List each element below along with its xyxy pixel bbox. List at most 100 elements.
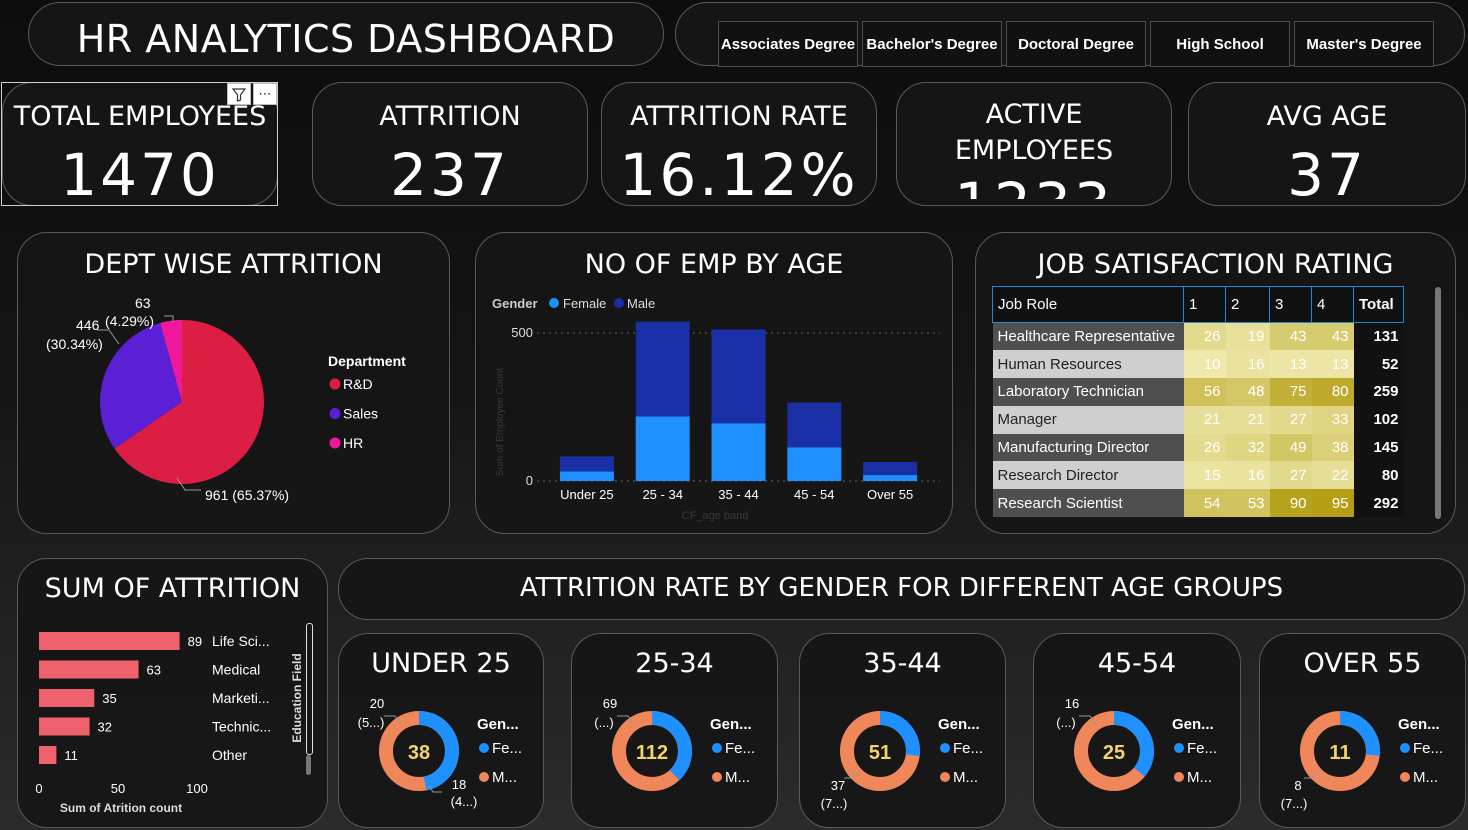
- donut-male-pct: (7...): [1281, 796, 1308, 811]
- age-chart-xlabel: CF_age band: [682, 510, 749, 522]
- donut-center-value: 25: [1103, 742, 1125, 764]
- rating-cell: 16: [1225, 461, 1270, 490]
- edu-bar[interactable]: [39, 632, 180, 650]
- slicer-option-masters-degree[interactable]: Master's Degree: [1294, 21, 1434, 67]
- donut-center-value: 11: [1329, 742, 1350, 764]
- hr-percent-label: (4.29%): [105, 313, 154, 329]
- rating-cell: 80: [1311, 378, 1354, 406]
- donut-card-over-55[interactable]: OVER 55 11 8 (7...) Gen... Fe... M...: [1259, 633, 1466, 828]
- donut-legend-female[interactable]: Fe...: [725, 740, 755, 757]
- edu-bar-value: 63: [147, 663, 161, 678]
- donut-legend-female[interactable]: Fe...: [492, 740, 522, 757]
- rating-cell: 75: [1269, 378, 1312, 406]
- age-bar-female[interactable]: [863, 475, 918, 481]
- donut-male-label: 20: [370, 696, 384, 711]
- donut-legend-female[interactable]: Fe...: [1187, 740, 1217, 757]
- total-cell: 80: [1353, 461, 1404, 490]
- hr-value-label: 63: [135, 295, 151, 311]
- age-bar-male[interactable]: [787, 402, 842, 448]
- donut-card-35-44[interactable]: 35-44 51 37 (7...) Gen... Fe... M...: [799, 633, 1006, 828]
- donut-legend-female[interactable]: Fe...: [1413, 740, 1443, 757]
- dept-pie-chart[interactable]: 63 (4.29%) 446 (30.34%) 961 (65.37%) Dep…: [17, 232, 450, 534]
- emp-by-age-chart[interactable]: Gender Female Male Sum of Employee Count…: [475, 232, 953, 534]
- job-role-cell: Manufacturing Director: [992, 433, 1184, 462]
- more-options-icon[interactable]: ⋯: [253, 83, 277, 105]
- age-bar-female[interactable]: [787, 447, 842, 481]
- rating-cell: 10: [1183, 350, 1226, 379]
- donut-legend-male[interactable]: M...: [492, 769, 517, 786]
- x-tick-label: Under 25: [560, 487, 613, 502]
- age-bar-male[interactable]: [635, 321, 690, 417]
- legend-female-swatch: [712, 743, 722, 753]
- donut-card-25-34[interactable]: 25-34 112 69 (...) Gen... Fe... M...: [571, 633, 778, 828]
- sales-value-label: 446: [76, 317, 100, 333]
- age-bar-female[interactable]: [635, 416, 690, 481]
- donut-card-under-25[interactable]: UNDER 25 38 20 (5...) 18 (4...) Gen... Fe... M..…: [338, 633, 544, 828]
- dept-legend-item[interactable]: HR: [343, 435, 363, 451]
- age-bar-female[interactable]: [711, 423, 766, 481]
- kpi-value: 16.12%: [619, 141, 859, 209]
- kpi-value: 37: [1287, 141, 1367, 209]
- edu-bar[interactable]: [39, 746, 57, 764]
- job-role-cell: Research Scientist: [992, 489, 1184, 518]
- header-rating-1[interactable]: 1: [1183, 286, 1226, 323]
- header-job-role[interactable]: Job Role: [992, 286, 1184, 323]
- sum-attrition-chart[interactable]: 89 Life Sci... 63 Medical 35 Marketi... 32 Tech…: [17, 558, 328, 828]
- filter-icon[interactable]: [227, 83, 251, 105]
- donut-legend-male[interactable]: M...: [953, 769, 978, 786]
- gender-donut-chart[interactable]: 112 69 (...) Gen... Fe... M...: [572, 634, 779, 829]
- header-rating-4[interactable]: 4: [1311, 286, 1354, 323]
- gender-donut-chart[interactable]: 51 37 (7...) Gen... Fe... M...: [800, 634, 1007, 829]
- edu-category-label: Technic...: [212, 719, 271, 735]
- donut-legend-male[interactable]: M...: [725, 769, 750, 786]
- edu-bar[interactable]: [39, 717, 90, 736]
- donut-legend-male[interactable]: M...: [1187, 769, 1212, 786]
- slicer-option-doctoral-degree[interactable]: Doctoral Degree: [1006, 21, 1146, 67]
- edu-bar[interactable]: [39, 660, 139, 679]
- edu-bar-value: 89: [188, 634, 202, 649]
- total-cell: 145: [1353, 433, 1404, 462]
- age-bar-male[interactable]: [863, 462, 918, 476]
- header-rating-2[interactable]: 2: [1225, 286, 1270, 323]
- rating-cell: 53: [1225, 489, 1270, 518]
- age-bar-male[interactable]: [711, 329, 766, 424]
- dept-legend-item[interactable]: R&D: [343, 376, 373, 392]
- rating-cell: 49: [1269, 433, 1312, 462]
- rating-cell: 95: [1311, 489, 1354, 518]
- donut-legend-female[interactable]: Fe...: [953, 740, 983, 757]
- kpi-attrition[interactable]: ATTRITION 237: [312, 82, 588, 209]
- donut-legend-male[interactable]: M...: [1413, 769, 1438, 786]
- total-cell: 292: [1353, 489, 1404, 518]
- kpi-label: AVG AGE: [1266, 101, 1388, 132]
- kpi-avg-age[interactable]: AVG AGE 37: [1188, 82, 1466, 209]
- legend-female-swatch: [549, 298, 559, 308]
- legend-female-swatch: [940, 743, 950, 753]
- kpi-label: ATTRITION RATE: [630, 101, 848, 132]
- slicer-option-high-school[interactable]: High School: [1150, 21, 1290, 67]
- gender-donut-chart[interactable]: 38 20 (5...) 18 (4...) Gen... Fe... M...: [339, 634, 545, 829]
- age-bar-female[interactable]: [559, 471, 614, 481]
- slicer-option-bachelors-degree[interactable]: Bachelor's Degree: [862, 21, 1002, 67]
- education-slicer: Associates Degree Bachelor's Degree Doct…: [675, 2, 1465, 67]
- kpi-label: ATTRITION: [379, 101, 521, 132]
- dept-legend-item[interactable]: Sales: [343, 406, 378, 422]
- legend-male-swatch: [479, 772, 489, 782]
- rating-cell: 21: [1225, 405, 1270, 434]
- donut-center-value: 38: [408, 742, 430, 764]
- kpi-attrition-rate[interactable]: ATTRITION RATE 16.12%: [601, 82, 877, 209]
- slicer-option-associates-degree[interactable]: Associates Degree: [718, 21, 858, 67]
- x-tick-label: 35 - 44: [718, 487, 758, 502]
- table-scrollbar[interactable]: [1435, 287, 1441, 519]
- edu-chart-xlabel: Sum of Atrition count: [60, 801, 182, 815]
- header-rating-3[interactable]: 3: [1269, 286, 1312, 323]
- donut-card-45-54[interactable]: 45-54 25 16 (...) Gen... Fe... M...: [1033, 633, 1241, 828]
- age-bar-male[interactable]: [559, 456, 614, 472]
- gender-donut-chart[interactable]: 11 8 (7...) Gen... Fe... M...: [1260, 634, 1467, 829]
- kpi-active-employees[interactable]: ACTIVE EMPLOYEES 1233: [896, 82, 1172, 206]
- edu-bar[interactable]: [39, 689, 95, 707]
- header-total[interactable]: Total: [1353, 286, 1404, 323]
- gender-donut-chart[interactable]: 25 16 (...) Gen... Fe... M...: [1034, 634, 1242, 829]
- table-row: Laboratory Technician 56 48 75 80 259: [992, 378, 1404, 406]
- donut-male-pct: (7...): [821, 796, 848, 811]
- x-tick-label: Over 55: [867, 487, 913, 502]
